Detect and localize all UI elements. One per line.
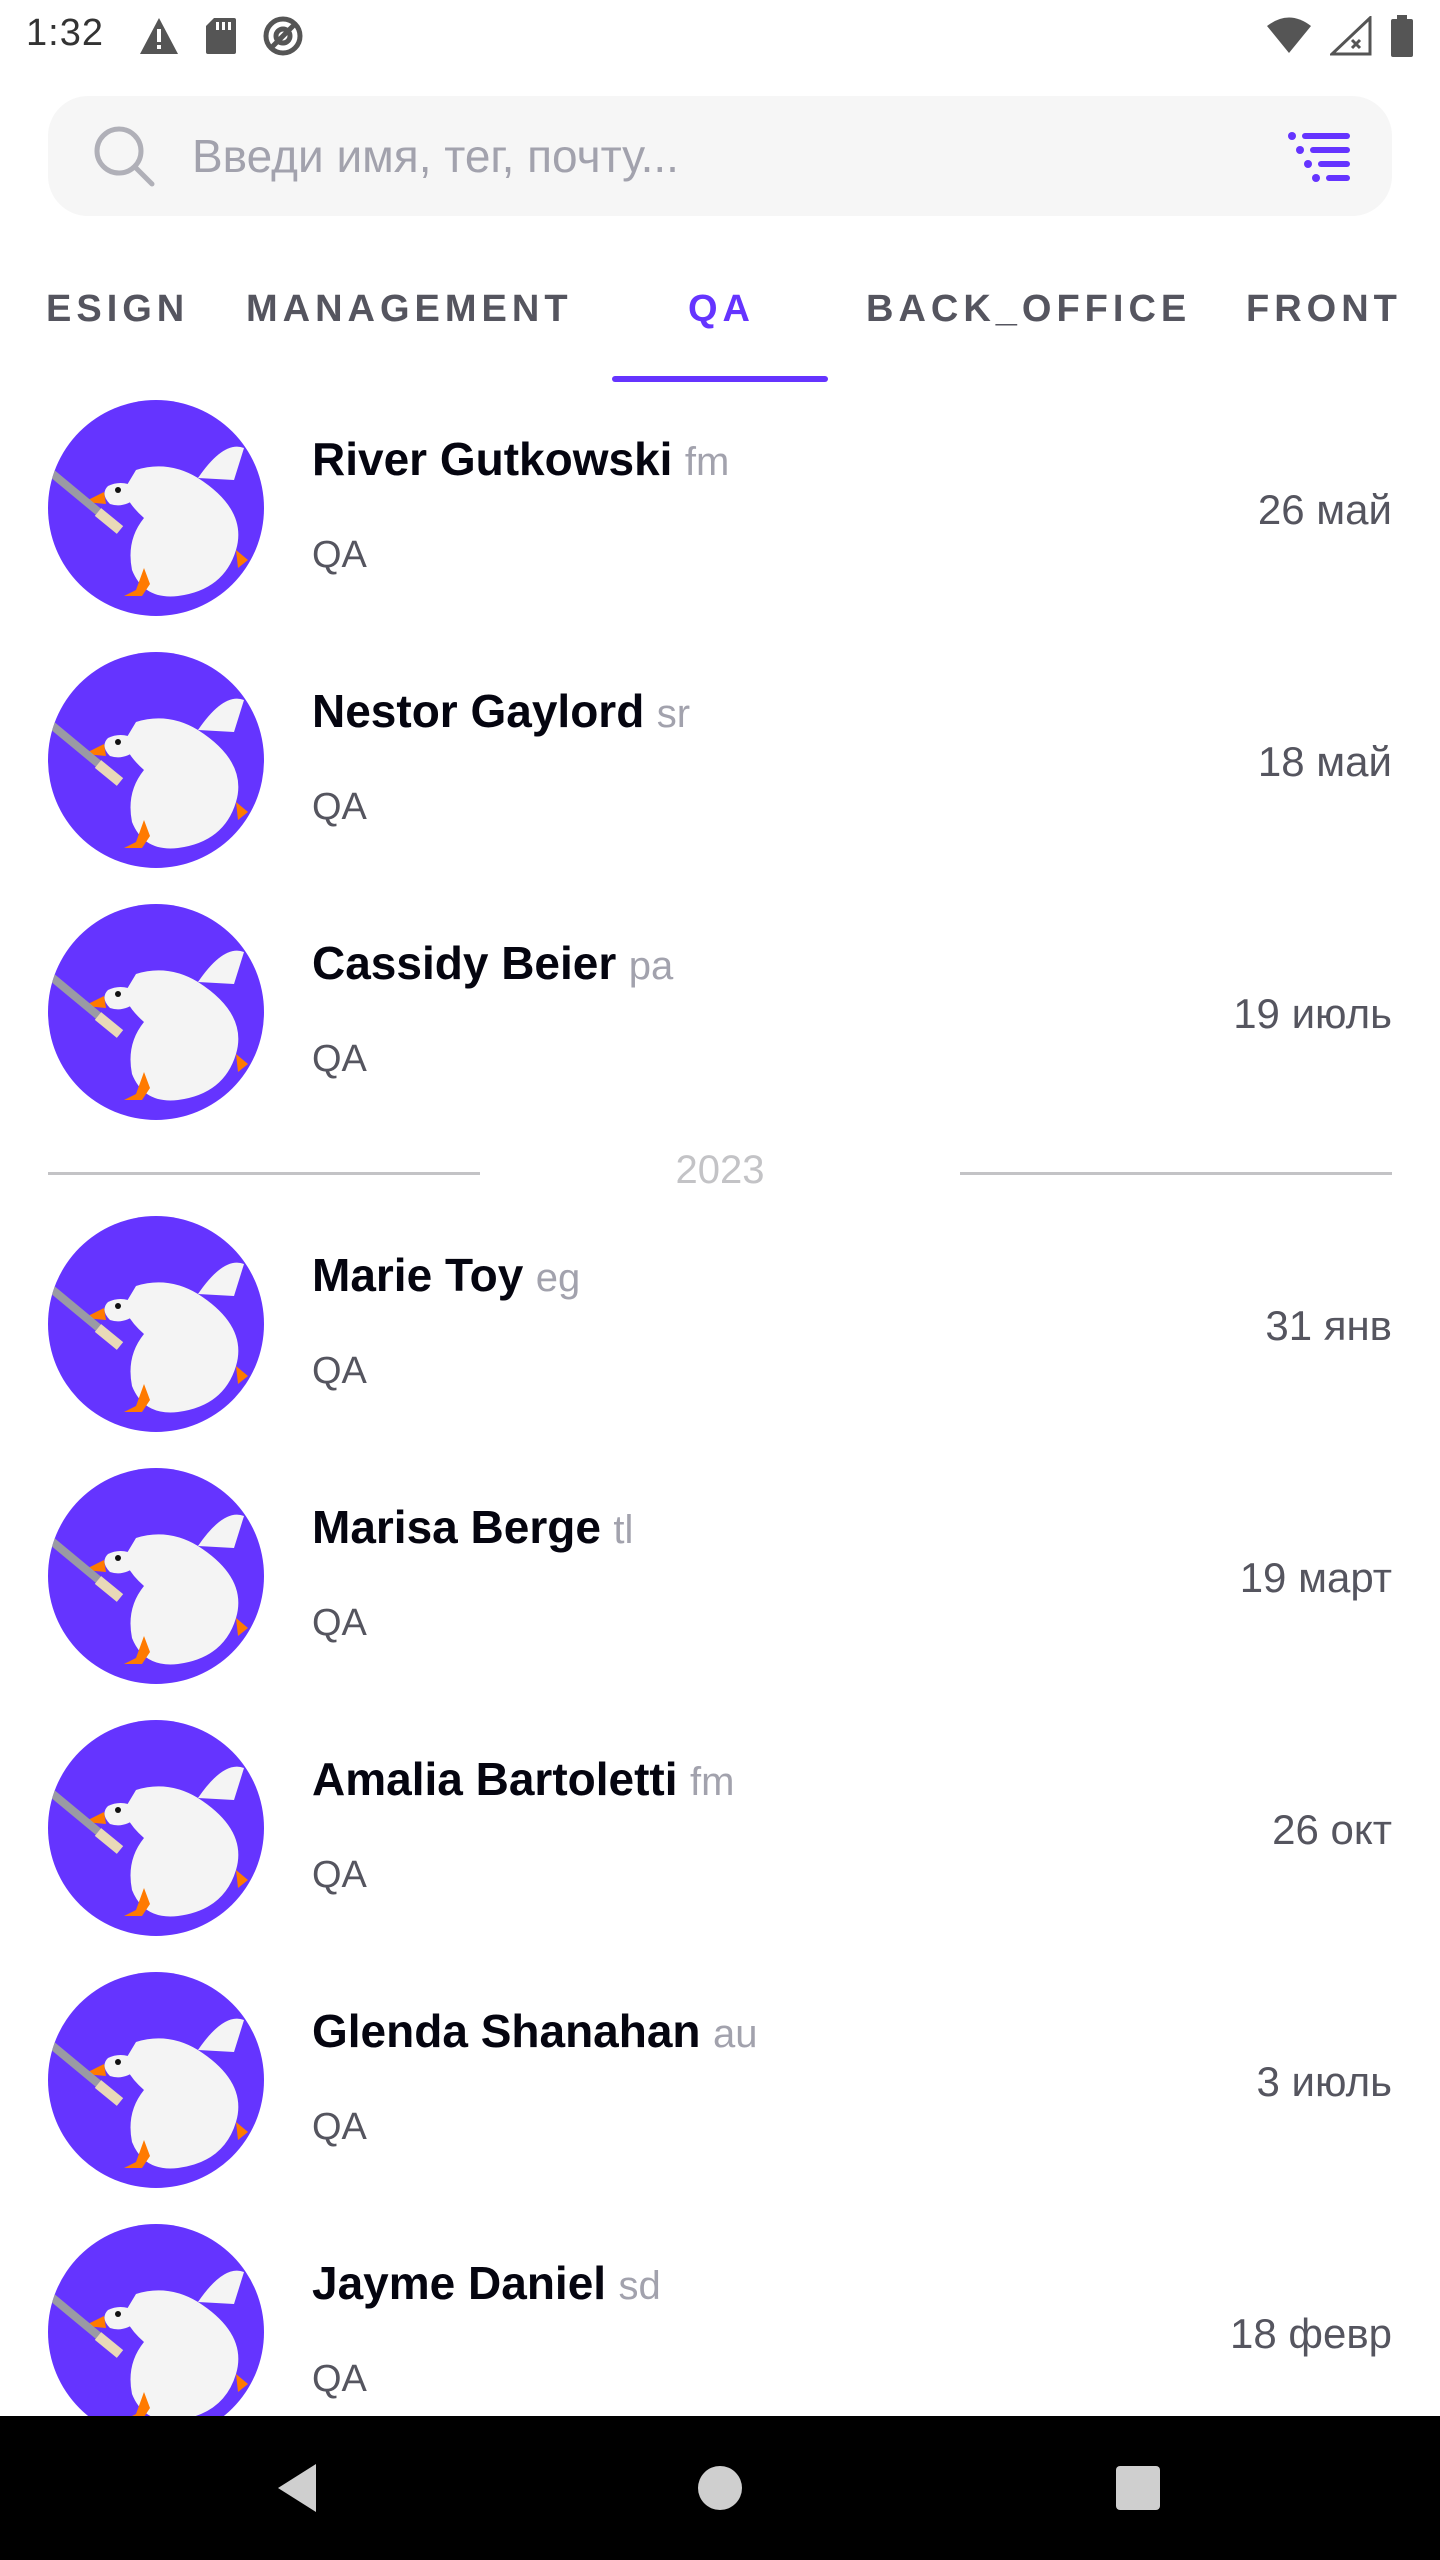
employee-department: QA xyxy=(312,1854,367,1896)
search-icon[interactable] xyxy=(92,124,156,188)
avatar xyxy=(48,652,264,868)
employee-tag: au xyxy=(712,2012,758,2056)
avatar xyxy=(48,1972,264,2188)
employee-name: Marisa Berge xyxy=(312,1501,601,1553)
employee-list: River Gutkowski fm QA 26 май Nestor Gayl… xyxy=(0,386,1440,2416)
tab-back-office[interactable]: BACK_OFFICE xyxy=(866,288,1191,331)
goose-avatar-icon xyxy=(48,1262,248,1413)
employee-tag: sr xyxy=(656,692,691,736)
employee-department: QA xyxy=(312,786,367,828)
employee-department: QA xyxy=(312,2358,367,2400)
filter-sort-icon[interactable] xyxy=(1288,128,1352,184)
employee-department: QA xyxy=(312,2106,367,2148)
employee-birthday: 19 март xyxy=(1239,1554,1392,1601)
tab-management[interactable]: MANAGEMENT xyxy=(246,288,573,331)
avatar xyxy=(48,1720,264,1936)
year-divider-label: 2023 xyxy=(675,1148,765,1192)
goose-avatar-icon xyxy=(48,1766,248,1917)
battery-icon xyxy=(1391,15,1413,57)
employee-birthday: 18 февр xyxy=(1230,2310,1392,2357)
avatar xyxy=(48,400,264,616)
data-saver-icon xyxy=(263,16,303,56)
goose-avatar-icon xyxy=(48,698,248,849)
tab-qa[interactable]: QA xyxy=(688,288,755,331)
list-item[interactable]: Nestor Gaylord sr QA 18 май xyxy=(0,638,1440,890)
employee-tag: fm xyxy=(684,440,730,484)
sd-card-icon xyxy=(206,18,236,54)
tab-front[interactable]: FRONT xyxy=(1246,288,1402,331)
list-item[interactable]: Jayme Daniel sd QA 18 февр xyxy=(0,2210,1440,2416)
employee-name: Marie Toy xyxy=(312,1249,524,1301)
goose-avatar-icon xyxy=(48,1514,248,1665)
employee-birthday: 31 янв xyxy=(1265,1302,1392,1349)
employee-tag: sd xyxy=(618,2264,661,2308)
employee-department: QA xyxy=(312,534,367,576)
employee-name: Glenda Shanahan xyxy=(312,2005,701,2057)
list-item[interactable]: River Gutkowski fm QA 26 май xyxy=(0,386,1440,638)
employee-birthday: 26 май xyxy=(1257,486,1392,533)
list-item[interactable]: Glenda Shanahan au QA 3 июль xyxy=(0,1958,1440,2210)
recents-icon[interactable] xyxy=(1108,2458,1168,2518)
goose-avatar-icon xyxy=(48,950,248,1101)
tab-design[interactable]: ESIGN xyxy=(46,288,189,331)
avatar xyxy=(48,904,264,1120)
employee-tag: eg xyxy=(535,1256,581,1300)
goose-avatar-icon xyxy=(48,2270,248,2416)
goose-avatar-icon xyxy=(48,446,248,597)
department-tabs: ESIGN MANAGEMENT QA BACK_OFFICE FRONT xyxy=(0,258,1440,386)
employee-birthday: 3 июль xyxy=(1256,2058,1392,2105)
employee-tag: tl xyxy=(613,1508,634,1552)
search-input[interactable] xyxy=(192,116,1192,196)
warning-icon xyxy=(140,18,178,54)
back-icon[interactable] xyxy=(270,2458,330,2518)
employee-birthday: 26 окт xyxy=(1272,1806,1392,1853)
employee-birthday: 19 июль xyxy=(1233,990,1392,1037)
signal-no-connection-icon xyxy=(1330,16,1372,56)
status-time: 1:32 xyxy=(26,12,104,54)
active-tab-indicator xyxy=(612,376,828,382)
list-item[interactable]: Amalia Bartoletti fm QA 26 окт xyxy=(0,1706,1440,1958)
list-item[interactable]: Cassidy Beier pa QA 19 июль xyxy=(0,890,1440,1142)
employee-department: QA xyxy=(312,1350,367,1392)
employee-department: QA xyxy=(312,1038,367,1080)
avatar xyxy=(48,1216,264,1432)
wifi-icon xyxy=(1267,17,1311,53)
employee-birthday: 18 май xyxy=(1257,738,1392,785)
employee-tag: pa xyxy=(628,944,674,988)
list-item[interactable]: Marie Toy eg QA 31 янв xyxy=(0,1202,1440,1454)
employee-name: Jayme Daniel xyxy=(312,2257,607,2309)
employee-name: Cassidy Beier xyxy=(312,937,617,989)
employee-name: River Gutkowski xyxy=(312,433,673,485)
system-nav-bar xyxy=(0,2416,1440,2560)
home-icon[interactable] xyxy=(690,2458,750,2518)
avatar xyxy=(48,1468,264,1684)
status-bar: 1:32 xyxy=(0,0,1440,72)
employee-department: QA xyxy=(312,1602,367,1644)
goose-avatar-icon xyxy=(48,2018,248,2169)
divider-line-right xyxy=(960,1172,1392,1175)
year-divider: 2023 xyxy=(0,1132,1440,1212)
employee-name: Amalia Bartoletti xyxy=(312,1753,678,1805)
avatar xyxy=(48,2224,264,2416)
list-item[interactable]: Marisa Berge tl QA 19 март xyxy=(0,1454,1440,1706)
employee-name: Nestor Gaylord xyxy=(312,685,645,737)
search-bar xyxy=(48,96,1392,216)
employee-tag: fm xyxy=(689,1760,735,1804)
